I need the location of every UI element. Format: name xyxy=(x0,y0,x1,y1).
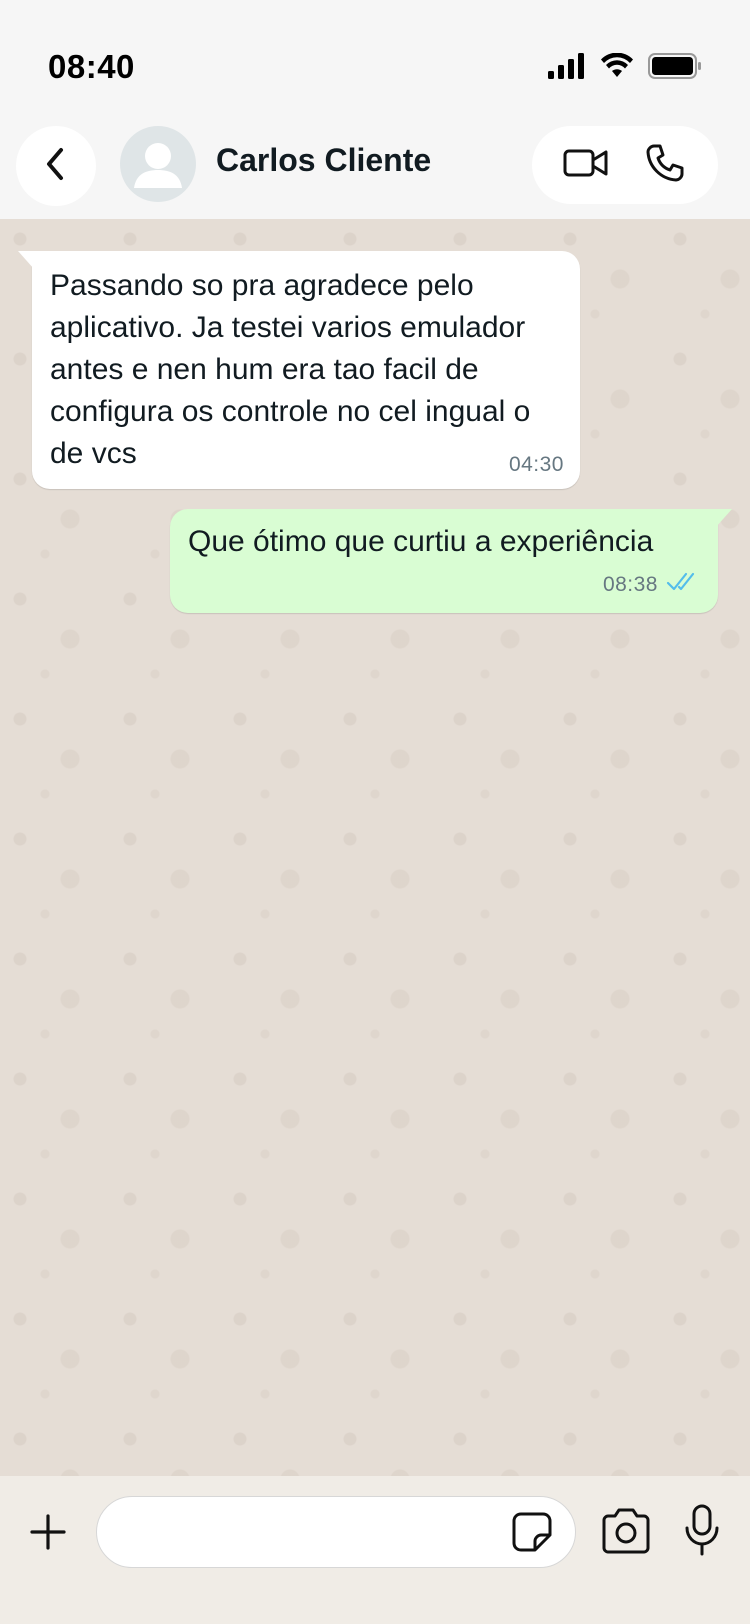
contact-name[interactable]: Carlos Cliente xyxy=(216,142,431,179)
signal-icon xyxy=(548,52,586,84)
status-bar: 08:40 xyxy=(0,0,750,118)
avatar[interactable] xyxy=(120,126,196,202)
call-actions xyxy=(532,126,718,204)
message-incoming[interactable]: Passando so pra agradece pelo aplicativo… xyxy=(18,251,580,489)
message-meta: 08:38 xyxy=(188,571,700,599)
battery-icon xyxy=(648,52,702,84)
chat-area[interactable]: Passando so pra agradece pelo aplicativo… xyxy=(0,219,750,1476)
chat-header: Carlos Cliente xyxy=(0,118,750,220)
wifi-icon xyxy=(600,52,634,84)
video-call-icon xyxy=(563,147,609,184)
status-time: 08:40 xyxy=(48,48,135,85)
camera-icon xyxy=(600,1508,652,1558)
avatar-placeholder-icon xyxy=(134,143,182,188)
input-bar xyxy=(0,1476,750,1624)
message-time: 04:30 xyxy=(508,453,564,476)
attach-button[interactable] xyxy=(28,1512,68,1552)
phone-call-button[interactable] xyxy=(635,135,695,195)
message-input[interactable] xyxy=(121,1497,505,1567)
message-meta: 04:30 xyxy=(509,453,564,477)
video-call-button[interactable] xyxy=(556,135,616,195)
sticker-icon xyxy=(511,1512,553,1557)
plus-icon xyxy=(28,1514,68,1556)
sticker-button[interactable] xyxy=(511,1511,553,1553)
message-text: Passando so pra agradece pelo aplicativo… xyxy=(50,269,531,470)
status-icons xyxy=(548,52,702,84)
message-text: Que ótimo que curtiu a experiência xyxy=(188,525,654,558)
microphone-button[interactable] xyxy=(682,1504,722,1556)
message-time: 08:38 xyxy=(602,573,658,596)
phone-call-icon xyxy=(645,143,685,188)
back-button[interactable] xyxy=(16,126,96,206)
microphone-icon xyxy=(682,1504,722,1560)
double-check-icon xyxy=(666,571,700,599)
camera-button[interactable] xyxy=(600,1508,652,1556)
message-outgoing[interactable]: Que ótimo que curtiu a experiência 08:38 xyxy=(170,509,732,613)
message-field[interactable] xyxy=(96,1496,576,1568)
back-arrow-icon xyxy=(41,146,71,187)
